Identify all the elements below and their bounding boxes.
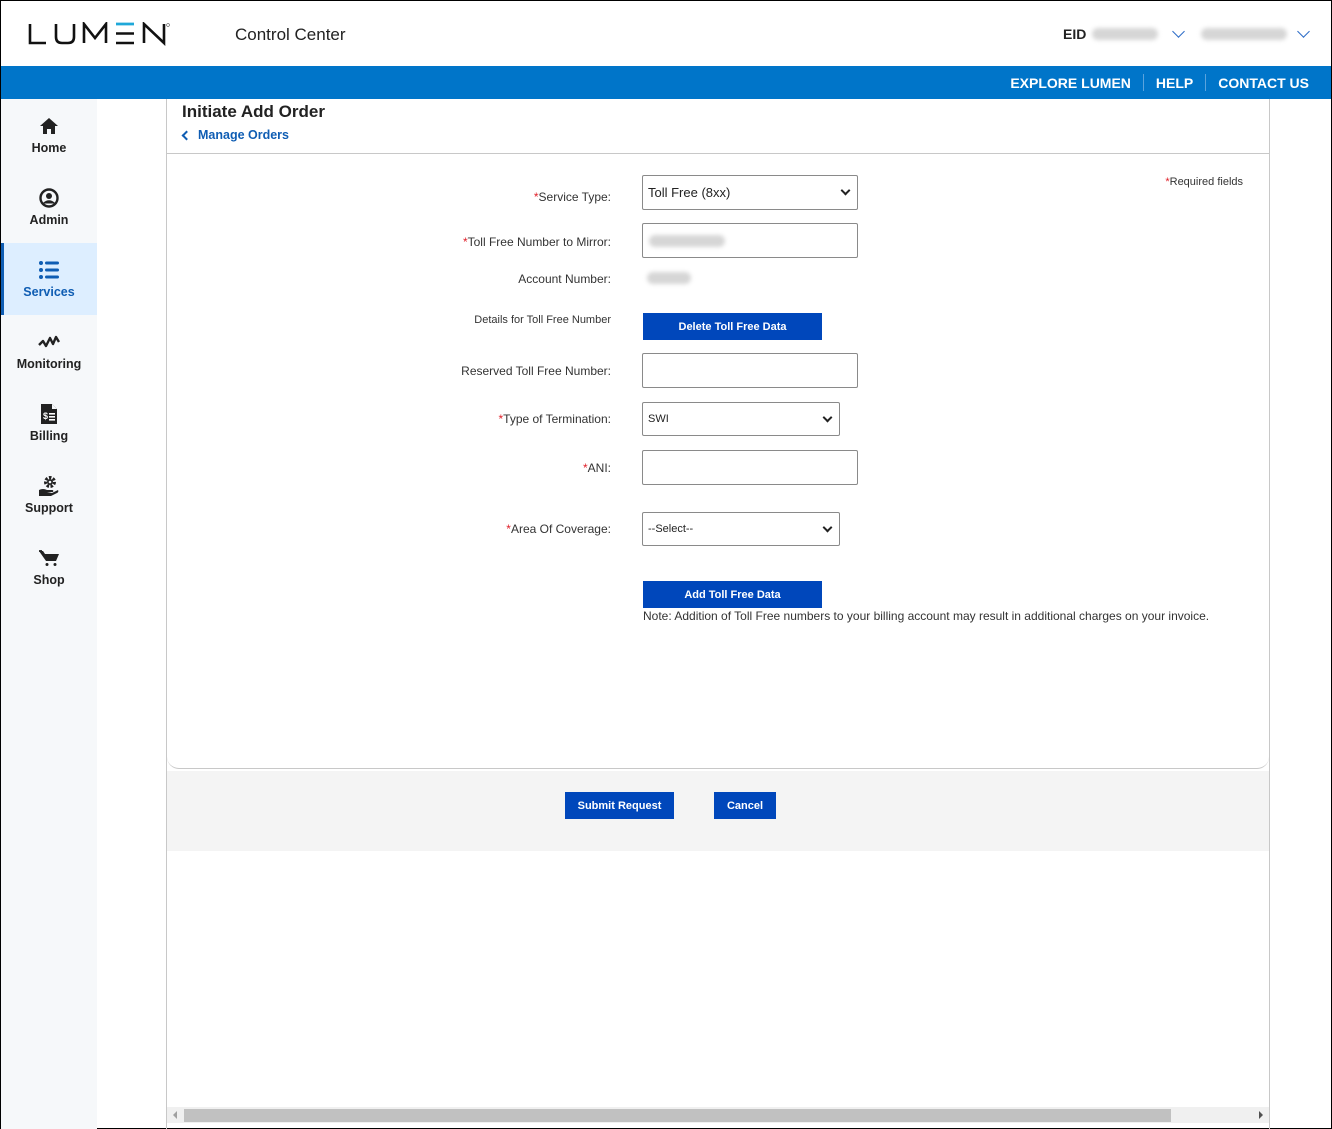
delete-toll-free-data-button[interactable]: Delete Toll Free Data bbox=[643, 313, 822, 340]
sidebar-item-admin[interactable]: Admin bbox=[1, 171, 97, 243]
list-icon bbox=[38, 259, 60, 281]
app-title: Control Center bbox=[235, 25, 346, 44]
account-number-label: Account Number: bbox=[518, 272, 611, 286]
page-title: Initiate Add Order bbox=[182, 102, 325, 121]
add-order-form: *Required fields *Service Type: Toll Fre… bbox=[167, 153, 1269, 769]
sidebar-nav: Home Admin Services Monitoring $ Billing… bbox=[1, 99, 97, 1129]
cart-icon bbox=[38, 547, 60, 569]
add-toll-free-data-button[interactable]: Add Toll Free Data bbox=[643, 581, 822, 608]
svg-text:$: $ bbox=[43, 411, 48, 421]
sidebar-item-label: Support bbox=[25, 501, 73, 515]
sidebar-item-label: Services bbox=[23, 285, 75, 299]
sidebar-item-label: Billing bbox=[29, 429, 69, 443]
sidebar-item-label: Monitoring bbox=[16, 357, 82, 371]
ani-input[interactable] bbox=[642, 450, 858, 485]
termination-type-select[interactable]: SWI bbox=[642, 402, 840, 436]
billing-note: Note: Addition of Toll Free numbers to y… bbox=[643, 609, 1210, 623]
service-type-select[interactable]: Toll Free (8xx) bbox=[642, 175, 858, 210]
sidebar-item-label: Admin bbox=[29, 213, 69, 227]
user-circle-icon bbox=[39, 187, 59, 209]
sidebar-item-home[interactable]: Home bbox=[1, 99, 97, 171]
sidebar-item-support[interactable]: Support bbox=[1, 459, 97, 531]
breadcrumb-label: Manage Orders bbox=[198, 128, 290, 142]
explore-lumen-link[interactable]: EXPLORE LUMEN bbox=[1010, 75, 1131, 91]
main-content: Initiate Add Order Manage Orders *Requir… bbox=[166, 99, 1270, 1129]
pulse-icon bbox=[38, 331, 60, 353]
account-number-masked bbox=[647, 272, 691, 284]
breadcrumb-manage-orders[interactable]: Manage Orders bbox=[181, 128, 289, 142]
chevron-down-icon bbox=[822, 522, 833, 532]
sidebar-item-label: Home bbox=[31, 141, 67, 155]
area-of-coverage-select[interactable]: --Select-- bbox=[642, 512, 840, 546]
sidebar-item-monitoring[interactable]: Monitoring bbox=[1, 315, 97, 387]
lumen-logo-graphic bbox=[28, 22, 170, 46]
invoice-icon: $ bbox=[40, 403, 58, 425]
toll-free-number-masked bbox=[649, 235, 725, 247]
divider bbox=[1142, 74, 1144, 91]
details-label: Details for Toll Free Number bbox=[474, 314, 611, 326]
cancel-button[interactable]: Cancel bbox=[714, 792, 776, 819]
toll-free-mirror-input[interactable] bbox=[642, 223, 858, 258]
eid-selector[interactable]: EID bbox=[1063, 25, 1311, 42]
sidebar-item-shop[interactable]: Shop bbox=[1, 531, 97, 603]
ani-label: *ANI: bbox=[582, 461, 611, 475]
sidebar-item-billing[interactable]: $ Billing bbox=[1, 387, 97, 459]
termination-type-label: *Type of Termination: bbox=[498, 412, 611, 426]
contact-us-link[interactable]: CONTACT US bbox=[1218, 75, 1309, 91]
chevron-left-icon bbox=[181, 130, 192, 140]
home-icon bbox=[39, 115, 59, 137]
sidebar-item-label: Shop bbox=[33, 573, 65, 587]
form-actions-bar: Submit Request Cancel bbox=[167, 771, 1269, 851]
support-gear-hand-icon bbox=[38, 475, 60, 497]
utility-nav-bar: EXPLORE LUMEN HELP CONTACT US bbox=[1, 66, 1331, 99]
divider bbox=[1205, 74, 1207, 91]
area-of-coverage-label: *Area Of Coverage: bbox=[506, 522, 611, 536]
scroll-left-arrow-icon[interactable] bbox=[173, 1111, 177, 1119]
chevron-down-icon bbox=[822, 412, 833, 422]
submit-request-button[interactable]: Submit Request bbox=[565, 792, 674, 819]
user-name-masked[interactable] bbox=[1201, 28, 1288, 40]
reserved-number-label: Reserved Toll Free Number: bbox=[461, 364, 611, 378]
reserved-number-input[interactable] bbox=[642, 353, 858, 388]
required-fields-note: *Required fields bbox=[1165, 176, 1243, 188]
lumen-logo[interactable] bbox=[28, 21, 170, 47]
sidebar-item-services[interactable]: Services bbox=[1, 243, 97, 315]
top-header: Control Center EID bbox=[1, 1, 1331, 66]
eid-value-masked bbox=[1092, 28, 1159, 40]
service-type-label: *Service Type: bbox=[533, 190, 611, 204]
eid-label: EID bbox=[1063, 26, 1087, 42]
help-link[interactable]: HELP bbox=[1156, 75, 1193, 91]
chevron-down-icon[interactable] bbox=[1172, 25, 1186, 38]
chevron-down-icon[interactable] bbox=[1297, 25, 1311, 38]
chevron-down-icon bbox=[840, 185, 851, 196]
horizontal-scrollbar[interactable] bbox=[167, 1107, 1269, 1123]
toll-free-mirror-label: *Toll Free Number to Mirror: bbox=[462, 235, 611, 249]
scrollbar-thumb[interactable] bbox=[184, 1109, 1171, 1122]
scroll-right-arrow-icon[interactable] bbox=[1259, 1111, 1263, 1119]
